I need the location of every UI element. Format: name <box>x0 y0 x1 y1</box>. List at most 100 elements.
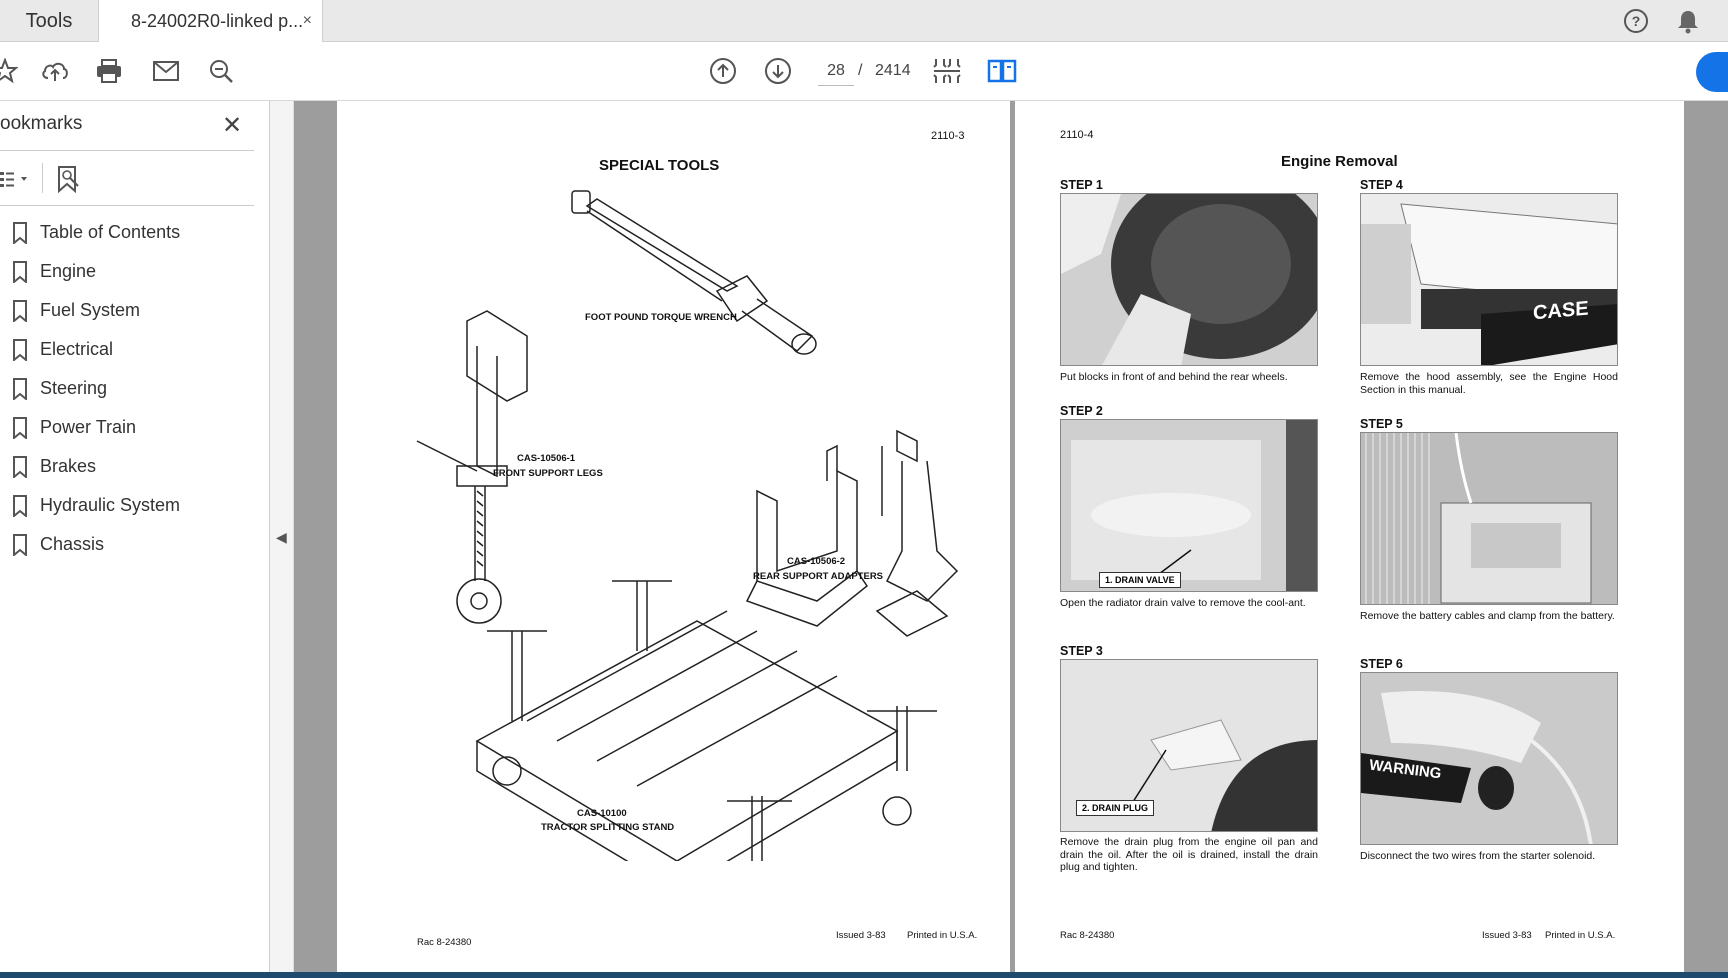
step-3-photo: 2. DRAIN PLUG <box>1060 659 1318 832</box>
tab-close-icon[interactable]: × <box>303 12 312 30</box>
divider <box>42 163 43 193</box>
case-logo: CASE <box>1533 297 1589 325</box>
special-tools-illustration <box>416 190 959 861</box>
bookmark-label: Hydraulic System <box>40 495 181 515</box>
svg-text:?: ? <box>1632 13 1641 29</box>
bookmark-icon <box>13 455 27 478</box>
bookmark-label: Steering <box>40 378 108 398</box>
previous-page-icon[interactable] <box>706 54 740 88</box>
tab-document-label: 8-24002R0-linked p... <box>131 11 304 31</box>
divider <box>0 150 254 151</box>
collapse-arrow-icon[interactable]: ◀ <box>276 529 287 546</box>
step-5-photo <box>1360 432 1618 605</box>
bookmark-options-icon[interactable] <box>0 169 30 189</box>
bookmark-icon <box>13 338 27 361</box>
bookmark-label: Engine <box>40 261 97 281</box>
share-button[interactable] <box>1696 52 1728 92</box>
bookmarks-panel: ookmarks ✕ Table of Contents Engine Fuel… <box>0 101 270 972</box>
document-viewer[interactable]: 2110-3 SPECIAL TOOLS FOOT POUND TORQUE W… <box>294 101 1728 972</box>
bookmark-item-steering[interactable]: Steering <box>0 369 254 408</box>
caption-stand-code: CAS-10100 <box>577 808 627 819</box>
footer-issued: Issued 3-83 <box>836 930 886 941</box>
bookmark-item-table-of-contents[interactable]: Table of Contents <box>0 213 254 252</box>
pdf-page-left: 2110-3 SPECIAL TOOLS FOOT POUND TORQUE W… <box>337 101 1010 972</box>
bookmark-item-engine[interactable]: Engine <box>0 252 254 291</box>
footer-printed: Printed in U.S.A. <box>907 930 978 941</box>
bookmark-icon <box>13 221 27 244</box>
tab-document[interactable]: 8-24002R0-linked p... × <box>98 0 323 43</box>
two-page-view-icon[interactable] <box>985 54 1019 88</box>
bookmark-icon <box>13 416 27 439</box>
star-icon[interactable] <box>0 54 22 88</box>
page-number: 2110-3 <box>931 130 965 142</box>
step-5-text: Remove the battery cables and clamp from… <box>1360 610 1615 622</box>
bookmark-icon <box>13 494 27 517</box>
step-3-title: STEP 3 <box>1060 644 1103 658</box>
step-3-text: Remove the drain plug from the engine oi… <box>1060 836 1318 873</box>
search-zoom-icon[interactable] <box>204 54 238 88</box>
page-number: 2110-4 <box>1060 129 1094 141</box>
step-1-photo <box>1060 193 1318 366</box>
help-icon[interactable]: ? <box>1622 7 1650 35</box>
bookmark-item-electrical[interactable]: Electrical <box>0 330 254 369</box>
bookmark-item-brakes[interactable]: Brakes <box>0 447 254 486</box>
email-icon[interactable] <box>149 54 183 88</box>
step-6-text: Disconnect the two wires from the starte… <box>1360 850 1596 862</box>
footer-issued: Issued 3-83 <box>1482 930 1532 941</box>
footer-ref: Rac 8-24380 <box>417 937 472 948</box>
tab-tools[interactable]: Tools <box>0 0 98 42</box>
next-page-icon[interactable] <box>761 54 795 88</box>
divider <box>0 205 254 206</box>
drain-plug-label: 2. DRAIN PLUG <box>1076 800 1155 816</box>
step-5-title: STEP 5 <box>1360 417 1403 431</box>
fit-page-icon[interactable] <box>930 54 964 88</box>
bookmark-icon <box>13 260 27 283</box>
step-2-photo: 1. DRAIN VALVE <box>1060 419 1318 592</box>
taskbar-strip <box>0 972 1728 978</box>
bookmark-label: Power Train <box>40 417 137 437</box>
close-panel-icon[interactable]: ✕ <box>222 111 242 140</box>
step-6-photo: WARNING <box>1360 672 1618 845</box>
bookmark-label: Table of Contents <box>40 222 181 242</box>
caption-stand-name: TRACTOR SPLITTING STAND <box>541 822 675 833</box>
tab-tools-label: Tools <box>25 9 73 32</box>
caption-rear-code: CAS-10506-2 <box>787 556 846 567</box>
bookmark-icon <box>13 377 27 400</box>
cloud-upload-icon[interactable] <box>38 54 72 88</box>
tab-bar: Tools 8-24002R0-linked p... × ? <box>0 0 1728 43</box>
bookmarks-title: ookmarks <box>0 113 83 134</box>
footer-printed: Printed in U.S.A. <box>1545 930 1616 941</box>
bookmark-item-fuel-system[interactable]: Fuel System <box>0 291 254 330</box>
add-bookmark-icon[interactable] <box>56 165 82 193</box>
panel-collapse-handle[interactable]: ◀ <box>270 101 294 972</box>
step-2-text: Open the radiator drain valve to remove … <box>1060 597 1306 609</box>
caption-front-name: FRONT SUPPORT LEGS <box>493 468 603 479</box>
step-4-photo: CASE <box>1360 193 1618 366</box>
caption-front-code: CAS-10506-1 <box>517 453 576 464</box>
bookmark-item-chassis[interactable]: Chassis <box>0 525 254 564</box>
notification-bell-icon[interactable] <box>1674 7 1702 35</box>
page-number-input[interactable] <box>818 56 854 86</box>
bookmark-item-power-train[interactable]: Power Train <box>0 408 254 447</box>
footer-ref: Rac 8-24380 <box>1060 930 1115 941</box>
drain-valve-label: 1. DRAIN VALVE <box>1099 572 1181 588</box>
bookmark-label: Chassis <box>40 534 105 554</box>
toolbar: / 2414 <box>0 42 1728 101</box>
bookmark-label: Brakes <box>40 456 97 476</box>
bookmark-item-hydraulic-system[interactable]: Hydraulic System <box>0 486 254 525</box>
step-2-title: STEP 2 <box>1060 404 1103 418</box>
step-1-title: STEP 1 <box>1060 178 1103 192</box>
page-separator: / <box>858 62 863 79</box>
print-icon[interactable] <box>92 54 126 88</box>
bookmark-icon <box>13 299 27 322</box>
pdf-page-right: 2110-4 Engine Removal STEP 1 Put blocks … <box>1015 101 1684 972</box>
bookmark-label: Electrical <box>40 339 114 359</box>
step-4-text: Remove the hood assembly, see the Engine… <box>1360 371 1618 396</box>
caption-wrench: FOOT POUND TORQUE WRENCH <box>585 312 737 323</box>
step-6-title: STEP 6 <box>1360 657 1403 671</box>
bookmark-label: Fuel System <box>40 300 141 320</box>
step-4-title: STEP 4 <box>1360 178 1403 192</box>
bookmark-list: Table of Contents Engine Fuel System Ele… <box>0 213 254 564</box>
page-total: 2414 <box>875 62 911 79</box>
caption-rear-name: REAR SUPPORT ADAPTERS <box>753 571 884 582</box>
